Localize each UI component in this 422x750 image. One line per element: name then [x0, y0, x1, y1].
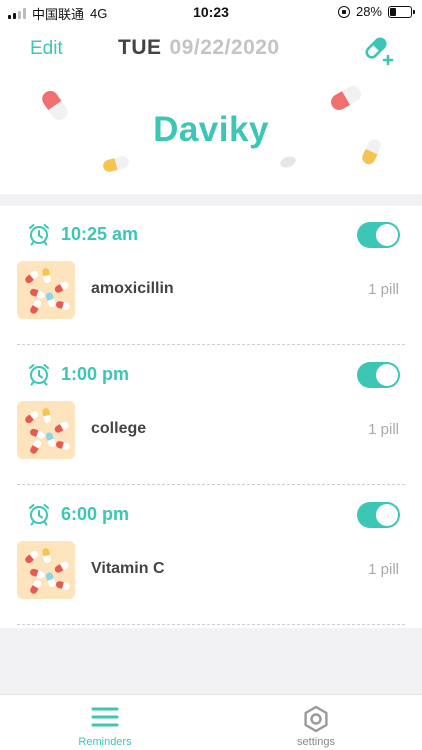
- status-right: 28%: [337, 4, 415, 19]
- reminder-item: 6:00 pm Vitamin C 1 pill: [0, 486, 422, 626]
- medicine-name: amoxicillin: [91, 280, 174, 297]
- medicine-thumbnail: [17, 541, 75, 599]
- medicine-row[interactable]: amoxicillin 1 pill: [17, 261, 405, 319]
- reminder-item: 1:00 pm college 1 pill: [0, 346, 422, 486]
- day-of-week: TUE: [118, 36, 162, 59]
- reminder-item: 10:25 am amoxicillin 1 pill: [0, 206, 422, 346]
- reminder-header: 10:25 am: [27, 221, 138, 247]
- battery-fill: [390, 7, 396, 16]
- date-display: TUE 09/22/2020: [118, 36, 280, 60]
- tab-settings-label: settings: [297, 736, 335, 748]
- menu-icon: [91, 707, 119, 727]
- reminder-list: 10:25 am amoxicillin 1 pill 1:00 pm coll…: [0, 206, 422, 628]
- header: Edit TUE 09/22/2020 Daviky: [0, 24, 422, 194]
- reminder-time: 10:25 am: [61, 223, 139, 244]
- gear-icon: [304, 705, 328, 733]
- add-pill-icon: [365, 37, 394, 66]
- orientation-lock-icon: [337, 5, 350, 18]
- toggle-knob: [376, 224, 398, 246]
- status-bar: 中国联通 4G 10:23 28%: [0, 0, 422, 24]
- reminder-toggle[interactable]: [357, 502, 400, 528]
- alarm-clock-icon: [29, 504, 49, 526]
- add-pill-button[interactable]: [362, 32, 396, 66]
- dashed-divider: [17, 484, 405, 485]
- reminder-header: 6:00 pm: [27, 501, 129, 527]
- medicine-quantity: 1 pill: [368, 421, 399, 438]
- user-name: Daviky: [153, 110, 269, 149]
- pills-icon: [25, 268, 70, 314]
- reminder-toggle[interactable]: [357, 362, 400, 388]
- medicine-row[interactable]: college 1 pill: [17, 401, 405, 459]
- medicine-thumbnail: [17, 401, 75, 459]
- tab-reminders[interactable]: Reminders: [45, 695, 165, 750]
- medicine-name: Vitamin C: [91, 560, 165, 577]
- reminder-time: 1:00 pm: [61, 363, 130, 384]
- tablet-decoration-icon: [280, 156, 296, 168]
- dashed-divider: [17, 624, 405, 625]
- reminder-toggle[interactable]: [357, 222, 400, 248]
- tab-bar: Reminders settings: [0, 694, 422, 750]
- tab-reminders-label: Reminders: [78, 736, 132, 748]
- pills-icon: [25, 408, 70, 454]
- tab-settings[interactable]: settings: [256, 695, 376, 750]
- battery-percent: 28%: [355, 4, 382, 19]
- dashed-divider: [17, 344, 405, 345]
- medicine-name: college: [91, 420, 147, 437]
- reminder-time: 6:00 pm: [61, 503, 130, 524]
- date-text: 09/22/2020: [169, 36, 280, 59]
- toggle-knob: [376, 364, 398, 386]
- medicine-quantity: 1 pill: [368, 561, 399, 578]
- pill-decoration-icon: [103, 156, 129, 172]
- alarm-clock-icon: [29, 364, 49, 386]
- battery-icon: [388, 5, 415, 18]
- reminder-header: 1:00 pm: [27, 361, 129, 387]
- medicine-quantity: 1 pill: [368, 281, 399, 298]
- medicine-row[interactable]: Vitamin C 1 pill: [17, 541, 405, 599]
- toggle-knob: [376, 504, 398, 526]
- alarm-clock-icon: [29, 224, 49, 246]
- pills-icon: [25, 548, 70, 594]
- edit-button[interactable]: Edit: [30, 38, 63, 60]
- medicine-thumbnail: [17, 261, 75, 319]
